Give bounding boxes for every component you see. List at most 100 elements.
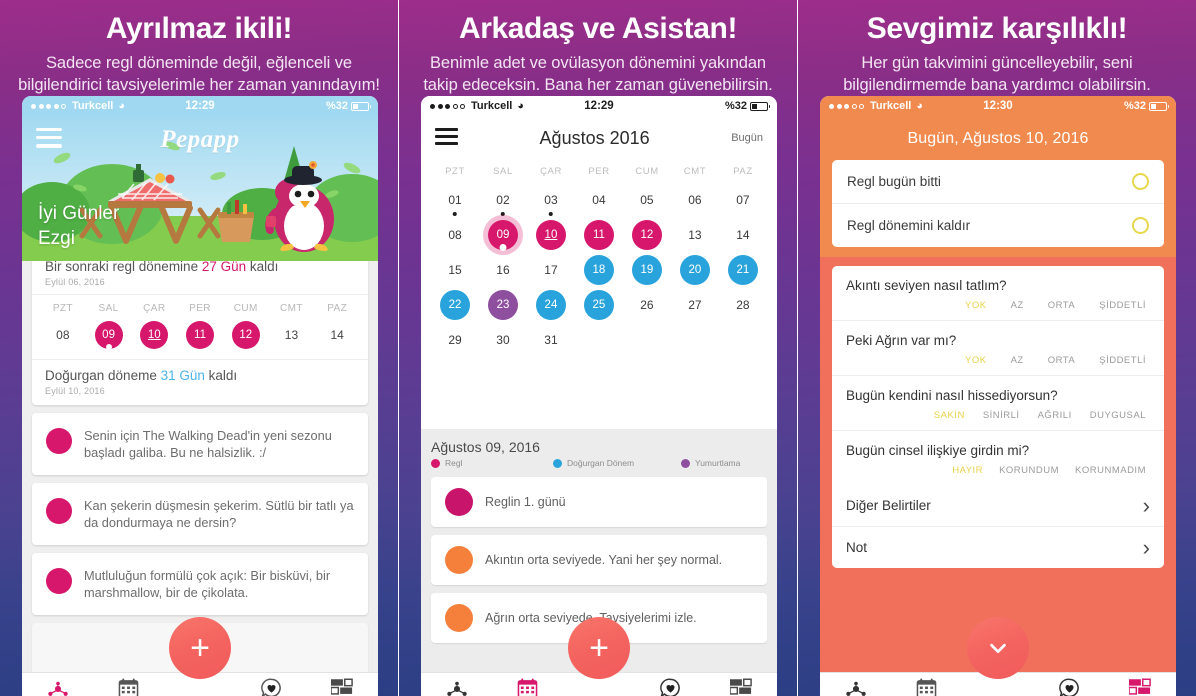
period-action-row[interactable]: Regl dönemini kaldır <box>832 203 1164 247</box>
calendar-day-cell[interactable]: 10 <box>527 217 575 252</box>
calendar-day-cell[interactable]: 03 <box>527 182 575 217</box>
calendar-day-cell[interactable]: 18 <box>575 252 623 287</box>
assistant-message-card[interactable]: Mutluluğun formülü çok açık: Bir bisküvi… <box>32 553 368 615</box>
calendar-day-cell[interactable]: 27 <box>671 287 719 322</box>
calendar-day-cell[interactable]: 29 <box>431 322 479 357</box>
option-chip[interactable]: KORUNMADIM <box>1075 465 1146 476</box>
option-chip[interactable]: KORUNDUM <box>999 465 1059 476</box>
day-pill-regl: 10 <box>140 321 169 349</box>
calendar-day-cell[interactable]: 25 <box>575 287 623 322</box>
calendar-day-cell[interactable]: 28 <box>719 287 767 322</box>
assistant-message-card[interactable]: Senin için The Walking Dead'in yeni sezo… <box>32 413 368 475</box>
tab-takvim[interactable]: Takvim <box>891 677 962 696</box>
day-pill-fert: 22 <box>439 289 470 320</box>
calendar-day-cell[interactable]: 13 <box>671 217 719 252</box>
day-number: 23 <box>496 298 510 311</box>
calendar-day-cell[interactable]: 09 <box>479 217 527 252</box>
calendar-day-cell[interactable]: 31 <box>527 322 575 357</box>
day-cell[interactable]: 09 <box>86 318 132 352</box>
calendar-day-cell[interactable]: 15 <box>431 252 479 287</box>
calendar-day-cell[interactable]: 21 <box>719 252 767 287</box>
day-cell[interactable]: 13 <box>269 318 315 352</box>
day-number: 01 <box>448 192 462 207</box>
calendar-day-cell[interactable]: 22 <box>431 287 479 322</box>
calendar-day-cell[interactable]: 12 <box>623 217 671 252</box>
option-chip[interactable]: YOK <box>965 355 987 366</box>
add-entry-button[interactable]: + <box>568 617 630 679</box>
calendar-day-cell[interactable]: 01 <box>431 182 479 217</box>
calendar-day-cell[interactable]: 14 <box>719 217 767 252</box>
calendar-day-cell[interactable]: 05 <box>623 182 671 217</box>
other-symptoms-row[interactable]: Diğer Belirtiler › <box>832 485 1164 526</box>
calendar-day-cell[interactable]: 23 <box>479 287 527 322</box>
option-chip[interactable]: ORTA <box>1048 355 1076 366</box>
fertile-date: Eylül 10, 2016 <box>45 386 105 396</box>
calendar-day-cell[interactable]: 04 <box>575 182 623 217</box>
calendar-day-cell[interactable]: 16 <box>479 252 527 287</box>
day-detail-item[interactable]: Reglin 1. günü <box>431 477 767 527</box>
battery-icon <box>351 101 371 111</box>
option-chip[interactable]: AZ <box>1011 300 1024 311</box>
tab-takvim[interactable]: Takvim <box>492 677 563 696</box>
note-row[interactable]: Not › <box>832 526 1164 568</box>
today-button[interactable]: Bugün <box>731 132 763 144</box>
tab-asistan[interactable]: Asistan <box>820 677 891 696</box>
day-cell[interactable]: 11 <box>177 318 223 352</box>
today-marker-icon <box>499 243 507 251</box>
calendar-day-cell[interactable]: 17 <box>527 252 575 287</box>
menu-button[interactable] <box>435 127 458 149</box>
option-chip[interactable]: HAYIR <box>952 465 983 476</box>
cycle-summary-card[interactable]: Bir sonraki regl dönemine 27 Gün kaldı E… <box>32 261 368 405</box>
bottom-tab-bar-1: Asistan Takvim + Uzmanım <box>22 617 378 696</box>
tab-pepzine[interactable]: Pepzine <box>1105 677 1176 696</box>
option-chip[interactable]: ORTA <box>1048 300 1076 311</box>
tab-asistan[interactable]: Asistan <box>22 677 93 696</box>
option-chip[interactable]: SAKİN <box>934 410 965 421</box>
day-number: 08 <box>448 227 462 242</box>
option-chip[interactable]: DUYGUSAL <box>1090 410 1146 421</box>
calendar-day-cell[interactable]: 24 <box>527 287 575 322</box>
calendar-day-cell[interactable]: 02 <box>479 182 527 217</box>
calendar-day-cell[interactable]: 20 <box>671 252 719 287</box>
tab-pepzine[interactable]: Pepzine <box>706 677 777 696</box>
option-chip[interactable]: AĞRILI <box>1038 410 1072 421</box>
option-chip[interactable]: ŞİDDETLİ <box>1099 300 1146 311</box>
calendar-day-cell[interactable]: 19 <box>623 252 671 287</box>
tab-asistan[interactable]: Asistan <box>421 677 492 696</box>
collapse-entry-button[interactable] <box>967 617 1029 679</box>
expert-heart-icon <box>236 677 307 696</box>
option-chip[interactable]: ŞİDDETLİ <box>1099 355 1146 366</box>
radio-ring-icon[interactable] <box>1132 173 1149 190</box>
tab-uzmanim[interactable]: Uzmanım <box>1034 677 1105 696</box>
calendar-day-cell[interactable]: 06 <box>671 182 719 217</box>
tab-uzmanim[interactable]: Uzmanım <box>635 677 706 696</box>
day-number: 30 <box>496 332 510 347</box>
day-cell[interactable]: 10 <box>131 318 177 352</box>
tab-takvim[interactable]: Takvim <box>93 677 164 696</box>
day-cell[interactable]: 08 <box>40 318 86 352</box>
calendar-day-cell[interactable]: 07 <box>719 182 767 217</box>
calendar-day-cell[interactable]: 26 <box>623 287 671 322</box>
promo-panel-2: Arkadaş ve Asistan! Benimle adet ve ovül… <box>399 0 797 696</box>
tab-uzmanim[interactable]: Uzmanım <box>236 677 307 696</box>
detail-color-dot <box>445 546 473 574</box>
day-cell[interactable]: 14 <box>314 318 360 352</box>
radio-ring-icon[interactable] <box>1132 217 1149 234</box>
day-number: 11 <box>194 329 206 341</box>
event-dot-icon <box>548 211 554 216</box>
tab-pepzine[interactable]: Pepzine <box>307 677 378 696</box>
day-pill-regl: 12 <box>231 321 260 349</box>
option-chip[interactable]: SİNİRLİ <box>983 410 1020 421</box>
question-label: Peki Ağrın var mı? <box>846 333 957 348</box>
option-chip[interactable]: AZ <box>1011 355 1024 366</box>
calendar-day-cell[interactable]: 08 <box>431 217 479 252</box>
add-entry-button[interactable]: + <box>169 617 231 679</box>
option-chip[interactable]: YOK <box>965 300 987 311</box>
assistant-message-card[interactable]: Kan şekerin düşmesin şekerim. Sütlü bir … <box>32 483 368 545</box>
calendar-day-cell[interactable]: 11 <box>575 217 623 252</box>
day-cell[interactable]: 12 <box>223 318 269 352</box>
day-detail-item[interactable]: Akıntın orta seviyede. Yani her şey norm… <box>431 535 767 585</box>
calendar-day-cell[interactable]: 30 <box>479 322 527 357</box>
weekday-label: ÇAR <box>143 303 166 314</box>
period-action-row[interactable]: Regl bugün bitti <box>832 160 1164 203</box>
